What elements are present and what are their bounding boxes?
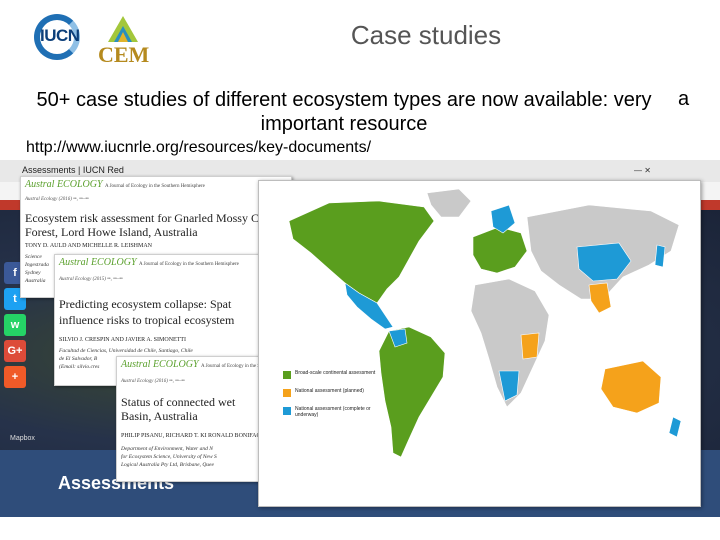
journal-header: Austral ECOLOGY A Journal of Ecology in …: [59, 257, 239, 268]
journal-title: Austral ECOLOGY: [59, 257, 137, 268]
body-trailing-letter: a: [678, 88, 690, 110]
paper-affiliation-line: Ingestrada: [25, 262, 49, 268]
paper-affiliation-line: Logical Australia Pty Ltd, Brisbane, Que…: [121, 462, 214, 468]
legend-swatch: [283, 407, 291, 415]
share-plus-icon[interactable]: +: [4, 366, 26, 388]
journal-subtitle: A Journal of Ecology in the Southern Hem…: [105, 184, 205, 189]
paper-affiliation-line: Facultad de Ciencias, Universidad de Chi…: [59, 348, 193, 354]
japan-shape: [654, 244, 666, 268]
map-credit: Mapbox: [10, 435, 35, 442]
resource-url[interactable]: http://www.iucnrle.org/resources/key-doc…: [26, 139, 371, 157]
paper-citation: Austral Ecology (2016) ••, ••–••: [121, 379, 185, 384]
paper-title-line-2: influence risks to tropical ecosystem: [59, 313, 235, 327]
paper-affiliation-line: de El Salvador, B: [59, 356, 98, 362]
journal-subtitle: A Journal of Ecology in the Southern Hem…: [139, 262, 239, 267]
east-africa-shape: [520, 332, 540, 360]
legend-label: National assessment (complete or underwa…: [295, 406, 371, 418]
paper-title-line-2: Basin, Australia: [121, 409, 198, 423]
paper-citation: Austral Ecology (2015) ••, ••–••: [59, 277, 123, 282]
journal-title: Austral ECOLOGY: [25, 179, 103, 190]
paper-title-line-2: Forest, Lord Howe Island, Australia: [25, 225, 198, 239]
paper-citation: Austral Ecology (2016) ••, ••–••: [25, 197, 89, 202]
paper-affiliation-line: Science: [25, 254, 42, 260]
paper-affiliation-line: for Ecosystem Science, University of New…: [121, 454, 217, 460]
journal-title: Austral ECOLOGY: [121, 359, 199, 370]
paper-authors: PHILIP PISANU, RICHARD T. KI RONALD BONI…: [121, 433, 267, 439]
browser-window-controls[interactable]: — ✕: [634, 166, 651, 175]
paper-title-line-1: Status of connected wet: [121, 395, 236, 409]
legend-label: National assessment (planned): [295, 388, 364, 394]
paper-affiliation-line: Australia: [25, 278, 46, 284]
paper-title-line-1: Ecosystem risk assessment for Gnarled Mo…: [25, 211, 269, 225]
world-map: [259, 181, 700, 506]
google-plus-icon[interactable]: G+: [4, 340, 26, 362]
legend-label: Broad-scale continental assessment: [295, 370, 376, 376]
slide-title: Case studies: [350, 20, 502, 50]
journal-header: Austral ECOLOGY A Journal of Ecology in …: [25, 179, 205, 190]
paper-affiliation-line: Department of Environment, Water and N: [121, 446, 213, 452]
legend-swatch: [283, 389, 291, 397]
assessment-world-map-panel: Broad-scale continental assessment Natio…: [258, 180, 701, 507]
paper-affiliation-line: (Email: silvio.cres: [59, 364, 100, 370]
paper-authors: TONY D. AULD AND MICHELLE R. LEISHMAN: [25, 243, 152, 249]
body-main-text: 50+ case studies of different ecosystem …: [36, 89, 652, 135]
legend-swatch: [283, 371, 291, 379]
paper-authors: SILVIO J. CRESPIN AND JAVIER A. SIMONETT…: [59, 337, 187, 343]
browser-tab[interactable]: Assessments | IUCN Red: [22, 165, 124, 175]
paper-affiliation-line: Sydney: [25, 270, 41, 276]
paper-title-line-1: Predicting ecosystem collapse: Spat: [59, 297, 232, 311]
whatsapp-icon[interactable]: w: [4, 314, 26, 336]
